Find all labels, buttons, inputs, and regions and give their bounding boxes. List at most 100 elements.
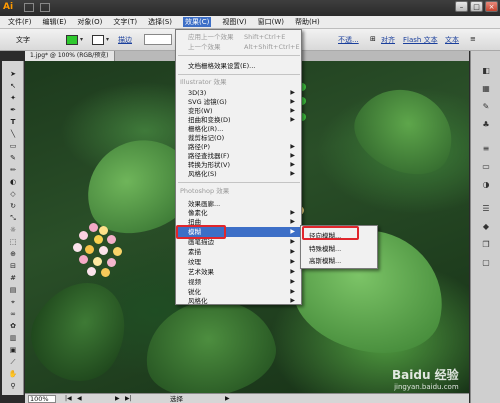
stroke-weight-field[interactable] [144, 34, 172, 45]
window-controls: – □ × [455, 1, 498, 12]
maximize-button[interactable]: □ [470, 1, 483, 12]
menu-item-last-effect[interactable]: 上一个效果 Alt+Shift+Ctrl+E [176, 42, 301, 52]
menu-item-sketch[interactable]: 素描 ▶ [176, 247, 301, 257]
workspace-icon[interactable] [40, 3, 50, 12]
fill-color-swatch[interactable] [66, 35, 78, 45]
pen-tool-icon[interactable]: ✒ [5, 105, 21, 115]
menu-section-photoshop: Photoshop 效果 [180, 187, 230, 195]
eraser-tool-icon[interactable]: ◇ [5, 189, 21, 199]
selection-tool-icon[interactable]: ➤ [5, 69, 21, 79]
next-artboard-icon[interactable]: ▶ [115, 395, 120, 403]
submenu-arrow-icon: ▶ [290, 258, 295, 265]
minimize-button[interactable]: – [455, 1, 468, 12]
slice-tool-icon[interactable]: ⟋ [5, 357, 21, 367]
swatches-panel-icon[interactable]: ▦ [479, 83, 493, 95]
chevron-down-icon[interactable]: ▾ [80, 36, 83, 43]
symbol-sprayer-tool-icon[interactable]: ✿ [5, 321, 21, 331]
blob-brush-tool-icon[interactable]: ◐ [5, 177, 21, 187]
menu-window[interactable]: 窗口(W) [258, 17, 284, 27]
tools-panel: ➤ ↖ ✦ ✒ T ╲ ▭ ✎ ✏ ◐ ◇ ↻ ⤡ ☼ ⬚ ⊕ ⊟ # ▤ ⌖ … [2, 61, 24, 395]
previous-artboard-icon[interactable]: ◀ [77, 395, 82, 403]
menu-item-apply-last-effect[interactable]: 应用上一个效果 Shift+Ctrl+E [176, 32, 301, 42]
status-bar: 100% |◀ ◀ ▶ ▶| 选择 ▶ [25, 393, 469, 403]
document-tab[interactable]: 1.jpg* @ 100% (RGB/预览) [25, 51, 115, 61]
perspective-grid-tool-icon[interactable]: ⊟ [5, 261, 21, 271]
format-link[interactable]: 文本 [445, 35, 459, 45]
line-tool-icon[interactable]: ╲ [5, 129, 21, 139]
graph-tool-icon[interactable]: ▥ [5, 333, 21, 343]
first-artboard-icon[interactable]: |◀ [65, 395, 72, 403]
baidu-watermark: Baidu 经验 jingyan.baidu.com [392, 368, 459, 391]
stroke-panel-icon[interactable]: ≡ [479, 143, 493, 155]
stroke-link[interactable]: 描边 [118, 35, 132, 45]
last-artboard-icon[interactable]: ▶| [125, 395, 132, 403]
symbols-panel-icon[interactable]: ♣ [479, 119, 493, 131]
menu-select[interactable]: 选择(S) [148, 17, 172, 27]
paintbrush-tool-icon[interactable]: ✎ [5, 153, 21, 163]
menu-separator [178, 55, 300, 56]
menu-item-stylize-photoshop[interactable]: 风格化 ▶ [176, 296, 301, 306]
graphic-styles-panel-icon[interactable]: ◆ [479, 221, 493, 233]
opacity-link[interactable]: 不透... [338, 35, 359, 45]
scale-tool-icon[interactable]: ⤡ [5, 213, 21, 223]
app-logo: Ai [3, 2, 14, 12]
status-menu-arrow-icon[interactable]: ▶ [225, 395, 230, 403]
mesh-tool-icon[interactable]: # [5, 273, 21, 283]
menu-item-gaussian-blur[interactable]: 高斯模糊... [301, 256, 377, 266]
gradient-tool-icon[interactable]: ▤ [5, 285, 21, 295]
menu-type[interactable]: 文字(T) [113, 17, 137, 27]
leaf-image [25, 265, 144, 393]
artboards-panel-icon[interactable]: ▢ [479, 257, 493, 269]
bridge-icon[interactable] [24, 3, 34, 12]
panel-dock: ◧ ▦ ✎ ♣ ≡ ▭ ◑ ☰ ◆ ❐ ▢ [470, 51, 500, 403]
blend-tool-icon[interactable]: ∞ [5, 309, 21, 319]
menu-file[interactable]: 文件(F) [8, 17, 32, 27]
menu-item-texture[interactable]: 纹理 ▶ [176, 257, 301, 267]
menu-separator [178, 74, 300, 75]
magic-wand-tool-icon[interactable]: ✦ [5, 93, 21, 103]
rotate-tool-icon[interactable]: ↻ [5, 201, 21, 211]
menu-effect[interactable]: 效果(C) [183, 17, 212, 27]
menu-item-smart-blur[interactable]: 特殊模糊... [301, 244, 377, 254]
warp-tool-icon[interactable]: ☼ [5, 225, 21, 235]
submenu-arrow-icon: ▶ [290, 278, 295, 285]
transparency-panel-icon[interactable]: ◑ [479, 179, 493, 191]
eyedropper-tool-icon[interactable]: ⌖ [5, 297, 21, 307]
menu-edit[interactable]: 编辑(E) [43, 17, 67, 27]
align-link[interactable]: 对齐 [381, 35, 395, 45]
control-bar-label: 文字 [16, 36, 30, 44]
rectangle-tool-icon[interactable]: ▭ [5, 141, 21, 151]
color-panel-icon[interactable]: ◧ [479, 65, 493, 77]
close-button[interactable]: × [485, 1, 498, 12]
submenu-arrow-icon: ▶ [290, 170, 295, 177]
menu-object[interactable]: 对象(O) [77, 17, 102, 27]
free-transform-tool-icon[interactable]: ⬚ [5, 237, 21, 247]
stroke-color-swatch[interactable] [92, 35, 104, 45]
gradient-panel-icon[interactable]: ▭ [479, 161, 493, 173]
submenu-arrow-icon: ▶ [290, 268, 295, 275]
menu-item-artistic[interactable]: 艺术效果 ▶ [176, 267, 301, 277]
appearance-panel-icon[interactable]: ☰ [479, 203, 493, 215]
panel-menu-icon[interactable]: ≡ [470, 35, 476, 43]
zoom-tool-icon[interactable]: ⚲ [5, 381, 21, 391]
menu-item-stylize-illustrator[interactable]: 风格化(S) ▶ [176, 169, 301, 179]
submenu-arrow-icon: ▶ [290, 297, 295, 304]
layers-panel-icon[interactable]: ❐ [479, 239, 493, 251]
menu-item-video[interactable]: 视频 ▶ [176, 277, 301, 287]
menu-help[interactable]: 帮助(H) [295, 17, 320, 27]
align-icon[interactable]: ⊞ [370, 35, 376, 43]
menu-item-raster-settings[interactable]: 文档栅格效果设置(E)... [176, 61, 301, 71]
type-tool-icon[interactable]: T [5, 117, 21, 127]
pencil-tool-icon[interactable]: ✏ [5, 165, 21, 175]
artboard-tool-icon[interactable]: ▣ [5, 345, 21, 355]
zoom-field[interactable]: 100% [28, 395, 56, 403]
brushes-panel-icon[interactable]: ✎ [479, 101, 493, 113]
annotation-highlight-blur [176, 225, 226, 239]
hand-tool-icon[interactable]: ✋ [5, 369, 21, 379]
menu-bar: 文件(F) 编辑(E) 对象(O) 文字(T) 选择(S) 效果(C) 视图(V… [0, 16, 500, 29]
menu-view[interactable]: 视图(V) [222, 17, 246, 27]
chevron-down-icon[interactable]: ▾ [106, 36, 109, 43]
direct-selection-tool-icon[interactable]: ↖ [5, 81, 21, 91]
flash-text-link[interactable]: Flash 文本 [403, 35, 438, 45]
shape-builder-tool-icon[interactable]: ⊕ [5, 249, 21, 259]
